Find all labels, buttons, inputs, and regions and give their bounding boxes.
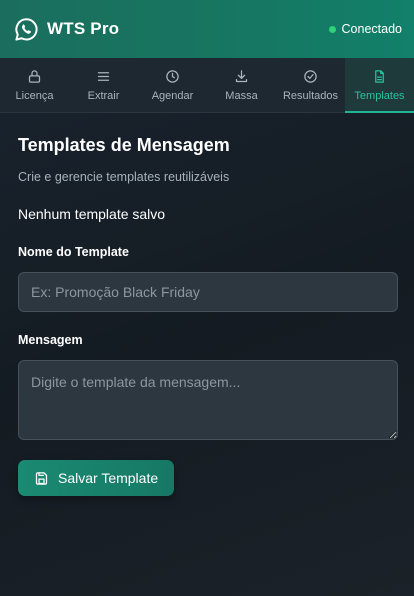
empty-templates-message: Nenhum template salvo [18, 206, 166, 222]
save-icon [35, 471, 48, 485]
check-circle-icon [304, 69, 317, 83]
templates-panel: Templates de Mensagem Crie e gerencie te… [0, 113, 414, 496]
save-template-button[interactable]: Salvar Template [18, 460, 175, 496]
clock-icon [166, 69, 179, 83]
app-title: WTS Pro [47, 19, 120, 38]
download-icon [235, 69, 248, 82]
tab-bar: Licença Extrair Agendar Massa Resultados… [0, 58, 414, 113]
connection-status: Conectado [328, 22, 402, 36]
page-subtitle: Crie e gerencie templates reutilizáveis [18, 170, 230, 184]
template-name-label: Nome do Template [18, 245, 129, 259]
page-title: Templates de Mensagem [18, 135, 230, 155]
tab-label: Agendar [151, 89, 194, 102]
tab-agendar[interactable]: Agendar [138, 58, 207, 112]
tab-label: Resultados [282, 89, 339, 102]
message-label: Mensagem [18, 333, 83, 347]
document-icon [375, 69, 384, 83]
tab-label: Templates [354, 89, 405, 102]
save-button-label: Salvar Template [58, 470, 159, 486]
whatsapp-icon [15, 17, 38, 41]
brand: WTS Pro [14, 17, 119, 42]
lock-icon [28, 69, 41, 83]
status-text: Conectado [341, 22, 402, 36]
tab-licenca[interactable]: Licença [0, 58, 69, 112]
tab-resultados[interactable]: Resultados [276, 58, 345, 112]
status-dot-icon [328, 25, 336, 33]
tab-label: Massa [225, 89, 258, 102]
tab-templates[interactable]: Templates [345, 58, 414, 113]
message-textarea[interactable] [18, 360, 398, 440]
tab-massa[interactable]: Massa [207, 58, 276, 112]
tab-label: Licença [15, 89, 54, 102]
tab-label: Extrair [87, 89, 120, 102]
menu-icon [97, 71, 110, 81]
template-name-input[interactable] [18, 272, 398, 312]
app-header: WTS Pro Conectado [0, 0, 414, 58]
tab-extrair[interactable]: Extrair [69, 58, 138, 112]
